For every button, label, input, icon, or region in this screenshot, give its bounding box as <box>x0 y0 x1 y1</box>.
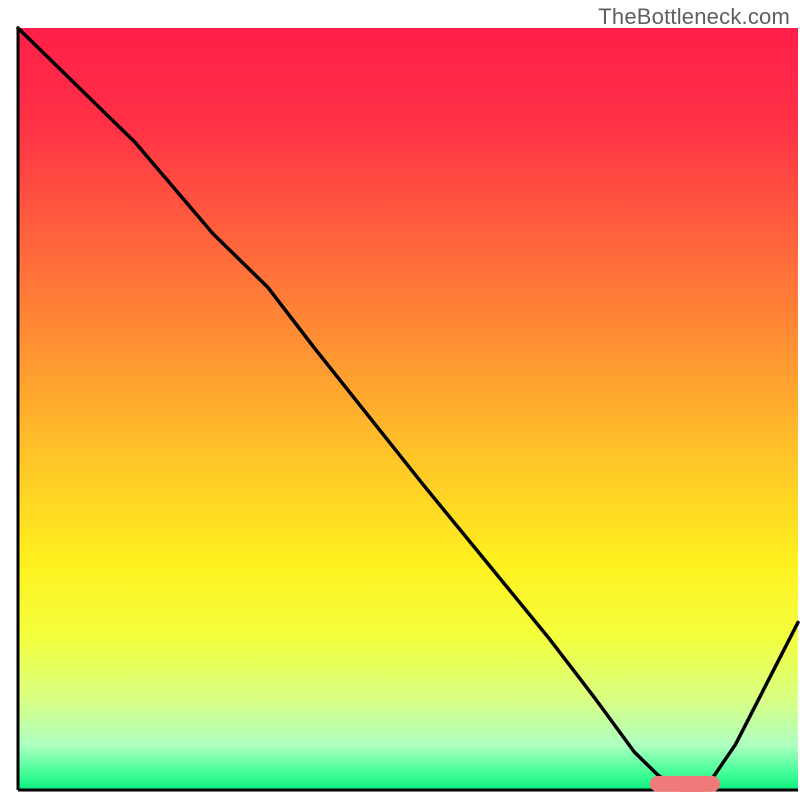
chart-container: { "watermark": "TheBottleneck.com", "col… <box>0 0 800 800</box>
optimal-marker <box>650 776 720 792</box>
watermark-text: TheBottleneck.com <box>598 4 790 30</box>
bottleneck-chart <box>0 0 800 800</box>
